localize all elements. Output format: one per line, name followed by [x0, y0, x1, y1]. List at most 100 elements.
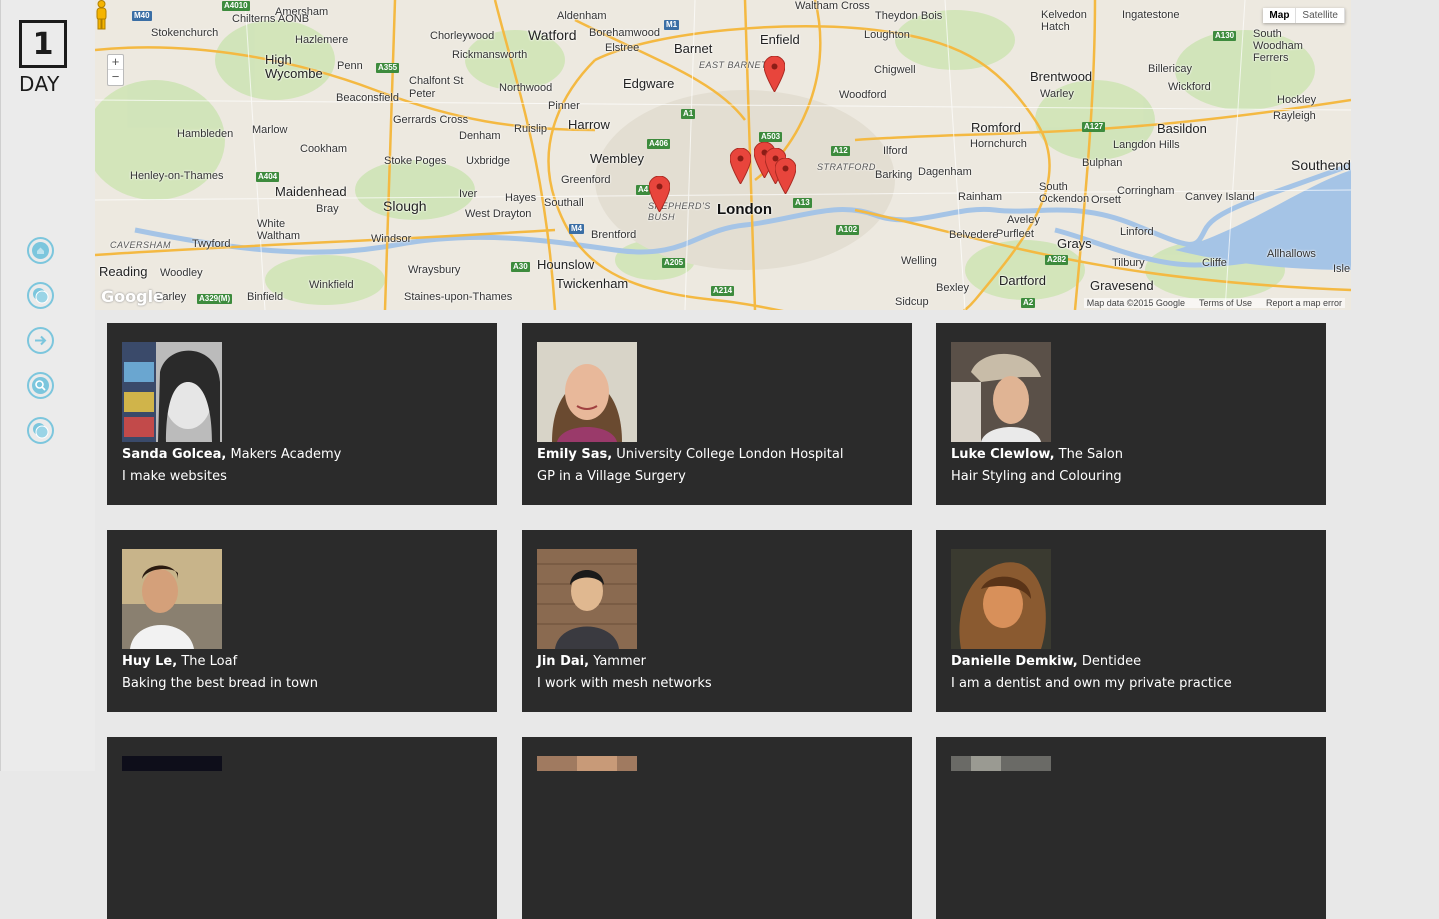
road-shield: A329(M): [197, 294, 233, 304]
sidebar: 1 DAY: [0, 0, 95, 771]
person-card[interactable]: [107, 737, 497, 919]
map-label: Hazlemere: [295, 34, 349, 46]
logo[interactable]: 1 DAY: [19, 20, 71, 96]
circles-button[interactable]: [27, 282, 54, 309]
map-marker[interactable]: [730, 148, 751, 184]
map-base: [95, 0, 1351, 310]
road-shield: A13: [793, 198, 812, 208]
person-photo: [951, 756, 1051, 771]
map-label: Bexley: [936, 282, 970, 294]
zoom-out-button[interactable]: −: [108, 70, 123, 85]
map-label: Allhallows: [1267, 248, 1316, 260]
map-label: Dagenham: [918, 166, 972, 178]
map-label: Marlow: [252, 124, 288, 136]
person-name-line: Sanda Golcea, Makers Academy: [122, 447, 341, 462]
road-shield: A214: [711, 286, 735, 296]
map-type-satellite-button[interactable]: Satellite: [1296, 8, 1345, 23]
map-label: Binfield: [247, 291, 284, 303]
street-view-pegman-icon[interactable]: [95, 0, 108, 30]
map-label: Aveley: [1007, 214, 1040, 226]
road-shield: A406: [647, 139, 671, 149]
map-label: Twyford: [192, 238, 231, 250]
person-name-line: Jin Dai, Yammer: [537, 654, 646, 669]
next-button[interactable]: [27, 327, 54, 354]
map-label: Southend: [1291, 157, 1351, 173]
map-label: Ingatestone: [1122, 9, 1180, 21]
search-button[interactable]: [27, 372, 54, 399]
map-label: Aldenham: [557, 10, 607, 22]
map-label: Chilterns AONB: [232, 13, 310, 25]
map-label: CAVERSHAM: [110, 240, 172, 250]
map-label: Gerrards Cross: [393, 114, 469, 126]
home-button[interactable]: [27, 237, 54, 264]
map-label: Chalfont St Peter: [409, 75, 464, 100]
map-label: White Waltham: [257, 218, 300, 242]
person-description: I make websites: [122, 469, 227, 484]
person-card[interactable]: Sanda Golcea, Makers Academy I make webs…: [107, 323, 497, 505]
map-type-control: Map Satellite: [1263, 8, 1345, 23]
person-photo: [537, 756, 637, 771]
person-card[interactable]: Emily Sas, University College London Hos…: [522, 323, 912, 505]
search-icon: [32, 377, 49, 394]
person-card[interactable]: [522, 737, 912, 919]
person-photo: [537, 549, 637, 649]
road-shield: M4: [569, 224, 585, 234]
map-label: Loughton: [864, 29, 910, 41]
map-label: Bray: [316, 203, 339, 215]
road-shield: A127: [1082, 122, 1106, 132]
road-shield: A503: [759, 132, 783, 142]
map-label: Rainham: [958, 191, 1003, 203]
map-label: Hayes: [505, 192, 537, 204]
map-type-map-button[interactable]: Map: [1263, 8, 1297, 23]
circles-icon: [33, 423, 49, 439]
road-shield: A130: [1213, 31, 1237, 41]
map-label: Southall: [544, 197, 584, 209]
map-label: Rickmansworth: [452, 49, 528, 61]
person-name: Sanda Golcea,: [122, 447, 227, 462]
map-label: Dartford: [999, 273, 1046, 288]
report-map-error-link[interactable]: Report a map error: [1266, 298, 1342, 308]
map-label: High Wycombe: [265, 52, 323, 81]
map-label: Beaconsfield: [336, 92, 399, 104]
map-data-text: Map data ©2015 Google: [1086, 298, 1185, 308]
person-company: The Loaf: [181, 654, 238, 669]
map-label: STRATFORD: [817, 162, 876, 172]
logo-number: 1: [19, 20, 67, 68]
map-marker[interactable]: [764, 56, 785, 92]
person-card[interactable]: [936, 737, 1326, 919]
person-company: The Salon: [1058, 447, 1123, 462]
road-shield: A282: [1045, 255, 1069, 265]
road-shield: A30: [511, 262, 530, 272]
map-label: Barking: [875, 169, 913, 181]
person-name-line: Huy Le, The Loaf: [122, 654, 237, 669]
map-attribution: Map data ©2015 Google Terms of Use Repor…: [1083, 298, 1345, 308]
person-company: Yammer: [593, 654, 646, 669]
person-card[interactable]: Luke Clewlow, The Salon Hair Styling and…: [936, 323, 1326, 505]
map-label: London: [717, 201, 772, 218]
map-label: Wickford: [1168, 81, 1211, 93]
map-label: Denham: [459, 130, 501, 142]
map-marker[interactable]: [649, 176, 670, 212]
map-label: Linford: [1120, 226, 1154, 238]
map[interactable]: Amersham Chilterns AONB Stokenchurch Haz…: [95, 0, 1351, 310]
map-label: South Ockendon: [1039, 181, 1090, 205]
map-label: Cliffe: [1202, 257, 1227, 269]
map-label: Welling: [901, 255, 937, 267]
terms-of-use-link[interactable]: Terms of Use: [1199, 298, 1252, 308]
person-card[interactable]: Huy Le, The Loaf Baking the best bread i…: [107, 530, 497, 712]
zoom-in-button[interactable]: +: [108, 55, 123, 70]
map-label: Corringham: [1117, 185, 1175, 197]
person-card[interactable]: Danielle Demkiw, Dentidee I am a dentist…: [936, 530, 1326, 712]
map-label: Woodford: [839, 89, 887, 101]
map-label: Gravesend: [1090, 278, 1154, 293]
person-photo: [122, 756, 222, 771]
person-description: GP in a Village Surgery: [537, 469, 686, 484]
map-marker[interactable]: [775, 158, 796, 194]
circles-button-2[interactable]: [27, 417, 54, 444]
map-label: Chigwell: [874, 64, 916, 76]
map-label: Wembley: [590, 151, 644, 166]
person-card[interactable]: Jin Dai, Yammer I work with mesh network…: [522, 530, 912, 712]
road-shield: A404: [256, 172, 280, 182]
map-label: Windsor: [371, 233, 412, 245]
map-label: Theydon Bois: [875, 10, 943, 22]
